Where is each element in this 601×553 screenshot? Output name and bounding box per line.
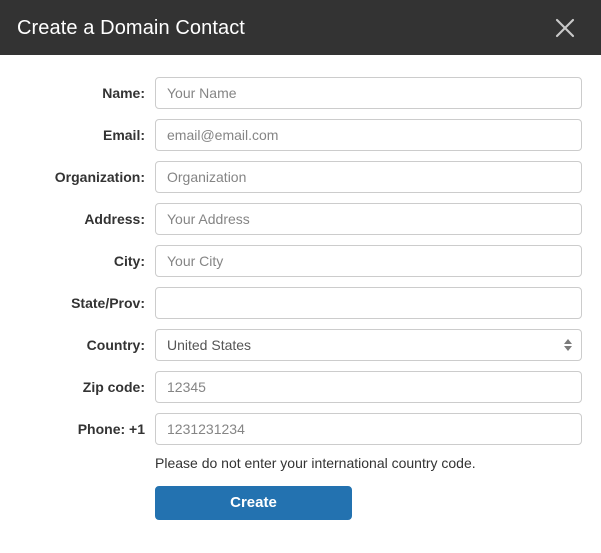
form-row-address: Address: <box>0 203 601 235</box>
form-row-country: Country: United States <box>0 329 601 361</box>
city-input[interactable] <box>155 245 582 277</box>
label-address: Address: <box>84 211 145 227</box>
name-input[interactable] <box>155 77 582 109</box>
label-country: Country: <box>86 337 145 353</box>
form-row-phone: Phone: +1 <box>0 413 601 445</box>
submit-spacer <box>0 486 155 520</box>
country-select[interactable]: United States <box>155 329 582 361</box>
label-city: City: <box>113 253 145 269</box>
close-button[interactable] <box>548 11 582 45</box>
label-zipcode: Zip code: <box>82 379 145 395</box>
state-input[interactable] <box>155 287 582 319</box>
phone-help-row: Please do not enter your international c… <box>0 455 601 472</box>
dialog-title: Create a Domain Contact <box>17 16 245 39</box>
close-icon <box>554 17 576 39</box>
zipcode-input[interactable] <box>155 371 582 403</box>
label-organization: Organization: <box>54 169 145 185</box>
form-row-name: Name: <box>0 77 601 109</box>
email-input[interactable] <box>155 119 582 151</box>
form-row-city: City: <box>0 245 601 277</box>
form-row-state: State/Prov: <box>0 287 601 319</box>
submit-row: Create <box>0 485 601 520</box>
phone-help-text: Please do not enter your international c… <box>155 455 476 471</box>
form-row-zipcode: Zip code: <box>0 371 601 403</box>
label-phone: Phone: +1 <box>77 421 145 437</box>
phone-input[interactable] <box>155 413 582 445</box>
label-name: Name: <box>102 85 145 101</box>
organization-input[interactable] <box>155 161 582 193</box>
create-domain-contact-dialog: Create a Domain Contact Name: Email: Org… <box>0 0 601 553</box>
create-button[interactable]: Create <box>155 485 352 520</box>
form-row-organization: Organization: <box>0 161 601 193</box>
address-input[interactable] <box>155 203 582 235</box>
label-state: State/Prov: <box>71 295 145 311</box>
dialog-header: Create a Domain Contact <box>0 0 601 55</box>
help-spacer <box>0 455 155 472</box>
country-select-wrapper: United States <box>155 329 582 361</box>
form-row-email: Email: <box>0 119 601 151</box>
dialog-body: Name: Email: Organization: Address: City… <box>0 55 601 553</box>
label-email: Email: <box>102 127 145 143</box>
